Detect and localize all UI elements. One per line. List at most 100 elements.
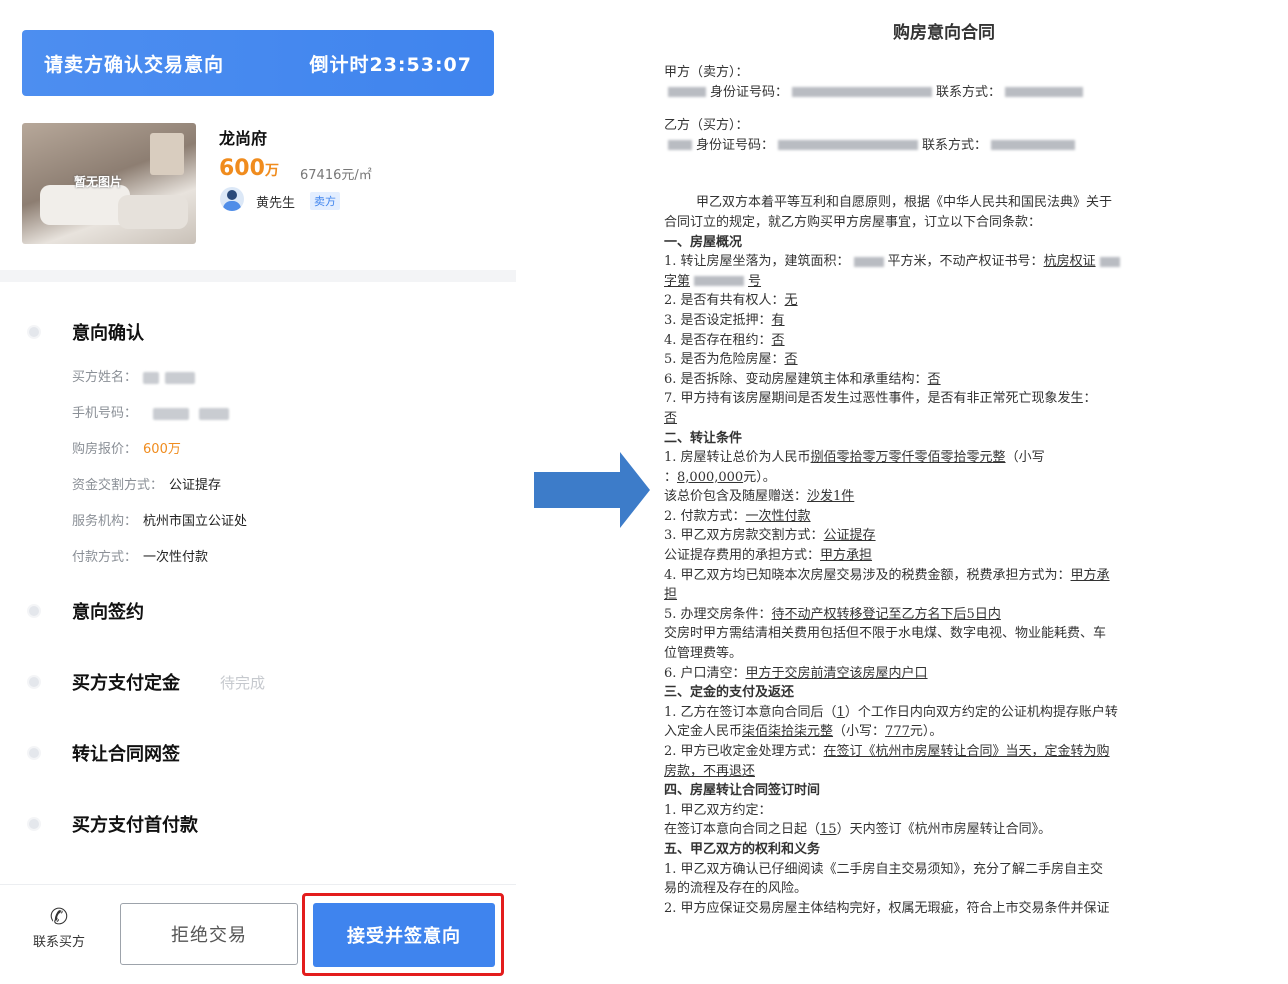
field-payment: 付款方式： 一次性付款 bbox=[72, 550, 209, 565]
step-down-payment: 买方支付首付款 bbox=[72, 815, 198, 836]
s3-item-1-cont: 入定金人民币柒佰柒拾柒元整（小写：777元）。 bbox=[664, 722, 1244, 742]
text: 公证提存费用的承担方式： bbox=[664, 548, 821, 564]
s2-item-1-cont: ：8,000,000元）。 bbox=[664, 468, 1244, 488]
text: 2. 甲方已收定金处理方式： bbox=[664, 744, 824, 759]
section-divider bbox=[0, 270, 516, 282]
s5-item-1-cont: 易的流程及存在的风险。 bbox=[664, 881, 808, 897]
s2-item-2: 2. 付款方式：一次性付款 bbox=[664, 507, 1244, 527]
text: 6. 户口清空： bbox=[664, 665, 746, 681]
reject-button[interactable]: 拒绝交易 bbox=[120, 903, 298, 965]
contact-label: 联系买方 bbox=[32, 935, 85, 950]
pillow-shape-2 bbox=[118, 195, 188, 229]
highlight-box bbox=[302, 893, 504, 976]
text: 1. 乙方在签订本意向合同后（ bbox=[664, 704, 837, 720]
field-label: 资金交割方式 bbox=[72, 478, 151, 493]
party-b-line: 乙方（买方）： bbox=[664, 116, 1244, 136]
s3-item-2: 2. 甲方已收定金处理方式：在签订《杭州市房屋转让合同》当天，定金转为购 bbox=[664, 742, 1244, 762]
party-a-line: 甲方（卖方）： bbox=[664, 63, 1244, 83]
value: 甲方承 bbox=[1070, 567, 1110, 583]
value: 否 bbox=[664, 410, 678, 426]
value: 否 bbox=[927, 371, 941, 387]
s2-item-5-c: 位管理费等。 bbox=[664, 646, 743, 662]
text: ）个工作日内向双方约定的公证机构提存账户转 bbox=[844, 704, 1118, 720]
bottom-bar-separator bbox=[0, 884, 516, 885]
field-agency: 服务机构： 杭州市国立公证处 bbox=[72, 514, 248, 529]
value: 有 bbox=[771, 312, 785, 328]
party-b-details: 身份证号码： 联系方式： bbox=[664, 136, 1244, 156]
step-intent-confirm: 意向确认 bbox=[72, 323, 144, 344]
text: 元）。 bbox=[743, 469, 776, 485]
blurred-value bbox=[991, 140, 1076, 151]
s1-item-7: 7. 甲方持有该房屋期间是否发生过恶性事件，是否有非正常死亡现象发生： bbox=[664, 391, 1097, 407]
property-thumbnail[interactable]: 暂无图片 bbox=[22, 123, 196, 244]
section-1-heading: 一、房屋概况 bbox=[664, 234, 743, 250]
s5-item-1: 1. 甲乙双方确认已仔细阅读《二手房自主交易须知》，充分了解二手房自主交 bbox=[664, 861, 1104, 877]
blurred-value bbox=[668, 87, 706, 98]
step-online-contract: 转让合同网签 bbox=[72, 744, 180, 765]
text: 平方米，不动产权证书号： bbox=[887, 254, 1044, 270]
contact-label: 联系方式： bbox=[936, 84, 1002, 100]
step-intent-sign: 意向签约 bbox=[72, 602, 144, 623]
field-label: 购房报价 bbox=[72, 442, 125, 457]
blurred-value bbox=[199, 407, 230, 420]
field-label: 买方姓名 bbox=[72, 370, 125, 385]
step-deposit: 买方支付定金 bbox=[72, 673, 180, 694]
text: 入定金人民币 bbox=[664, 724, 743, 740]
value: 15 bbox=[820, 822, 837, 838]
text: 3. 甲乙双方房款交割方式： bbox=[664, 528, 824, 544]
value: 甲方于交房前清空该房屋内户口 bbox=[745, 665, 928, 681]
party-a-details: 身份证号码： 联系方式： bbox=[664, 83, 1244, 103]
step-dot bbox=[27, 604, 41, 618]
text: 3. 是否设定抵押： bbox=[664, 312, 772, 328]
s4-item-2: 在签订本意向合同之日起（15）天内签订《杭州市房屋转让合同》。 bbox=[664, 820, 1244, 840]
step-dot bbox=[27, 817, 41, 831]
offer-value: 600万 bbox=[143, 442, 181, 457]
document-title: 购房意向合同 bbox=[893, 23, 995, 43]
seller-avatar bbox=[220, 187, 244, 211]
s2-item-1-gift: 该总价包含及随屋赠送：沙发1件 bbox=[664, 487, 1244, 507]
section-3-heading: 三、定金的支付及返还 bbox=[664, 685, 795, 701]
agency-value: 杭州市国立公证处 bbox=[143, 514, 248, 529]
text: 2. 是否有共有权人： bbox=[664, 293, 785, 309]
banner-title: 请卖方确认交易意向 bbox=[44, 53, 225, 76]
text: 2. 付款方式： bbox=[664, 508, 746, 524]
value: 8,000,000 bbox=[677, 469, 744, 485]
unit-price: 67416元/㎡ bbox=[300, 168, 372, 183]
blurred-value bbox=[153, 407, 190, 420]
value: 待不动产权转移登记至乙方名下后5日内 bbox=[771, 606, 1001, 622]
value: 公证提存 bbox=[823, 528, 876, 544]
s2-item-5: 5. 办理交房条件：待不动产权转移登记至乙方名下后5日内 bbox=[664, 605, 1244, 625]
confirm-banner: 请卖方确认交易意向 倒计时23:53:07 bbox=[22, 30, 494, 96]
s2-item-3: 3. 甲乙双方房款交割方式：公证提存 bbox=[664, 526, 1244, 546]
no-image-label: 暂无图片 bbox=[74, 175, 123, 189]
price-unit: 万 bbox=[264, 163, 279, 179]
value: 柒佰柒拾柒元整 bbox=[742, 724, 834, 740]
text: 号 bbox=[748, 273, 762, 289]
value: 一次性付款 bbox=[745, 508, 811, 524]
text: 1. 转让房屋坐落为，建筑面积： bbox=[664, 254, 850, 270]
section-2-heading: 二、转让条件 bbox=[664, 430, 743, 446]
blurred-value bbox=[853, 256, 884, 267]
s2-item-3-fee: 公证提存费用的承担方式：甲方承担 bbox=[664, 546, 1244, 566]
s1-item-1: 1. 转让房屋坐落为，建筑面积： 平方米，不动产权证书号：杭房权证 bbox=[664, 252, 1244, 272]
party-b-label: 乙方（买方）： bbox=[664, 118, 749, 134]
text: 5. 是否为危险房屋： bbox=[664, 352, 785, 368]
value: 房款，不再退还 bbox=[664, 763, 756, 779]
s5-item-2: 2. 甲方应保证交易房屋主体结构完好，权属无瑕疵，符合上市交易条件并保证 bbox=[664, 900, 1110, 916]
field-buyer-name: 买方姓名： bbox=[72, 366, 196, 385]
text: 6. 是否拆除、变动房屋建筑主体和承重结构： bbox=[664, 371, 928, 387]
value: 否 bbox=[771, 332, 785, 348]
value: 甲方承担 bbox=[820, 548, 873, 564]
seller-tag: 卖方 bbox=[310, 192, 340, 210]
contact-buyer-button[interactable]: ✆ 联系买方 bbox=[22, 905, 96, 950]
value: 无 bbox=[784, 293, 798, 309]
s2-item-4: 4. 甲乙双方均已知晓本次房屋交易涉及的税费金额，税费承担方式为：甲方承 bbox=[664, 566, 1244, 586]
seller-name: 黄先生 bbox=[256, 196, 296, 211]
s1-item-7-value: 否 bbox=[664, 409, 1244, 429]
s3-item-1: 1. 乙方在签订本意向合同后（1）个工作日内向双方约定的公证机构提存账户转 bbox=[664, 703, 1244, 723]
contact-label: 联系方式： bbox=[922, 137, 988, 153]
value: 在签订《杭州市房屋转让合同》当天，定金转为购 bbox=[823, 744, 1110, 759]
pillow-shape bbox=[40, 185, 130, 225]
blurred-value bbox=[778, 140, 919, 151]
s1-item-2: 2. 是否有共有权人：无 bbox=[664, 291, 1244, 311]
